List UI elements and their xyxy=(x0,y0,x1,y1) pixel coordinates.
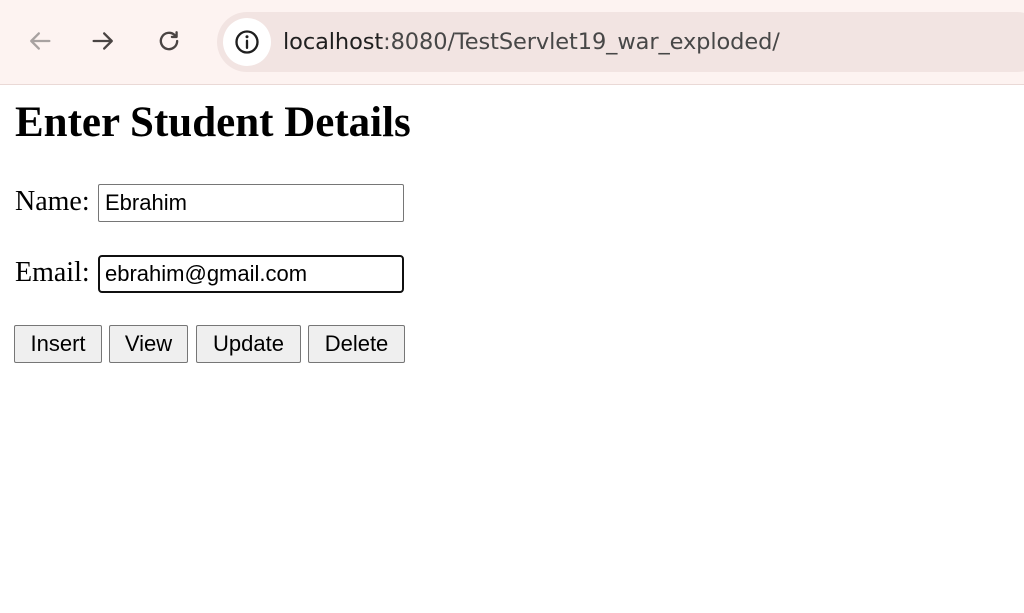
site-info-button[interactable] xyxy=(223,18,271,66)
forward-button[interactable] xyxy=(82,20,124,62)
reload-button[interactable] xyxy=(148,20,190,62)
address-bar[interactable]: localhost:8080/TestServlet19_war_explode… xyxy=(217,12,1024,72)
update-button[interactable]: Update xyxy=(196,325,301,363)
page-content: Enter Student Details Name: Email: Inser… xyxy=(0,86,1024,613)
arrow-left-icon xyxy=(30,32,51,50)
name-label: Name: xyxy=(15,186,90,217)
name-input[interactable] xyxy=(98,184,404,222)
url-text[interactable]: localhost:8080/TestServlet19_war_explode… xyxy=(283,12,780,72)
arrow-right-icon xyxy=(92,32,113,50)
browser-toolbar: localhost:8080/TestServlet19_war_explode… xyxy=(0,0,1024,85)
insert-button[interactable]: Insert xyxy=(14,325,102,363)
url-host: localhost xyxy=(283,29,384,55)
email-input[interactable] xyxy=(98,255,404,293)
email-label: Email: xyxy=(15,257,90,288)
view-button[interactable]: View xyxy=(109,325,188,363)
url-path: :8080/TestServlet19_war_exploded/ xyxy=(383,29,780,55)
page-title: Enter Student Details xyxy=(15,99,411,146)
back-button[interactable] xyxy=(19,20,61,62)
reload-icon xyxy=(159,31,179,51)
delete-button[interactable]: Delete xyxy=(308,325,405,363)
info-icon xyxy=(235,30,259,54)
